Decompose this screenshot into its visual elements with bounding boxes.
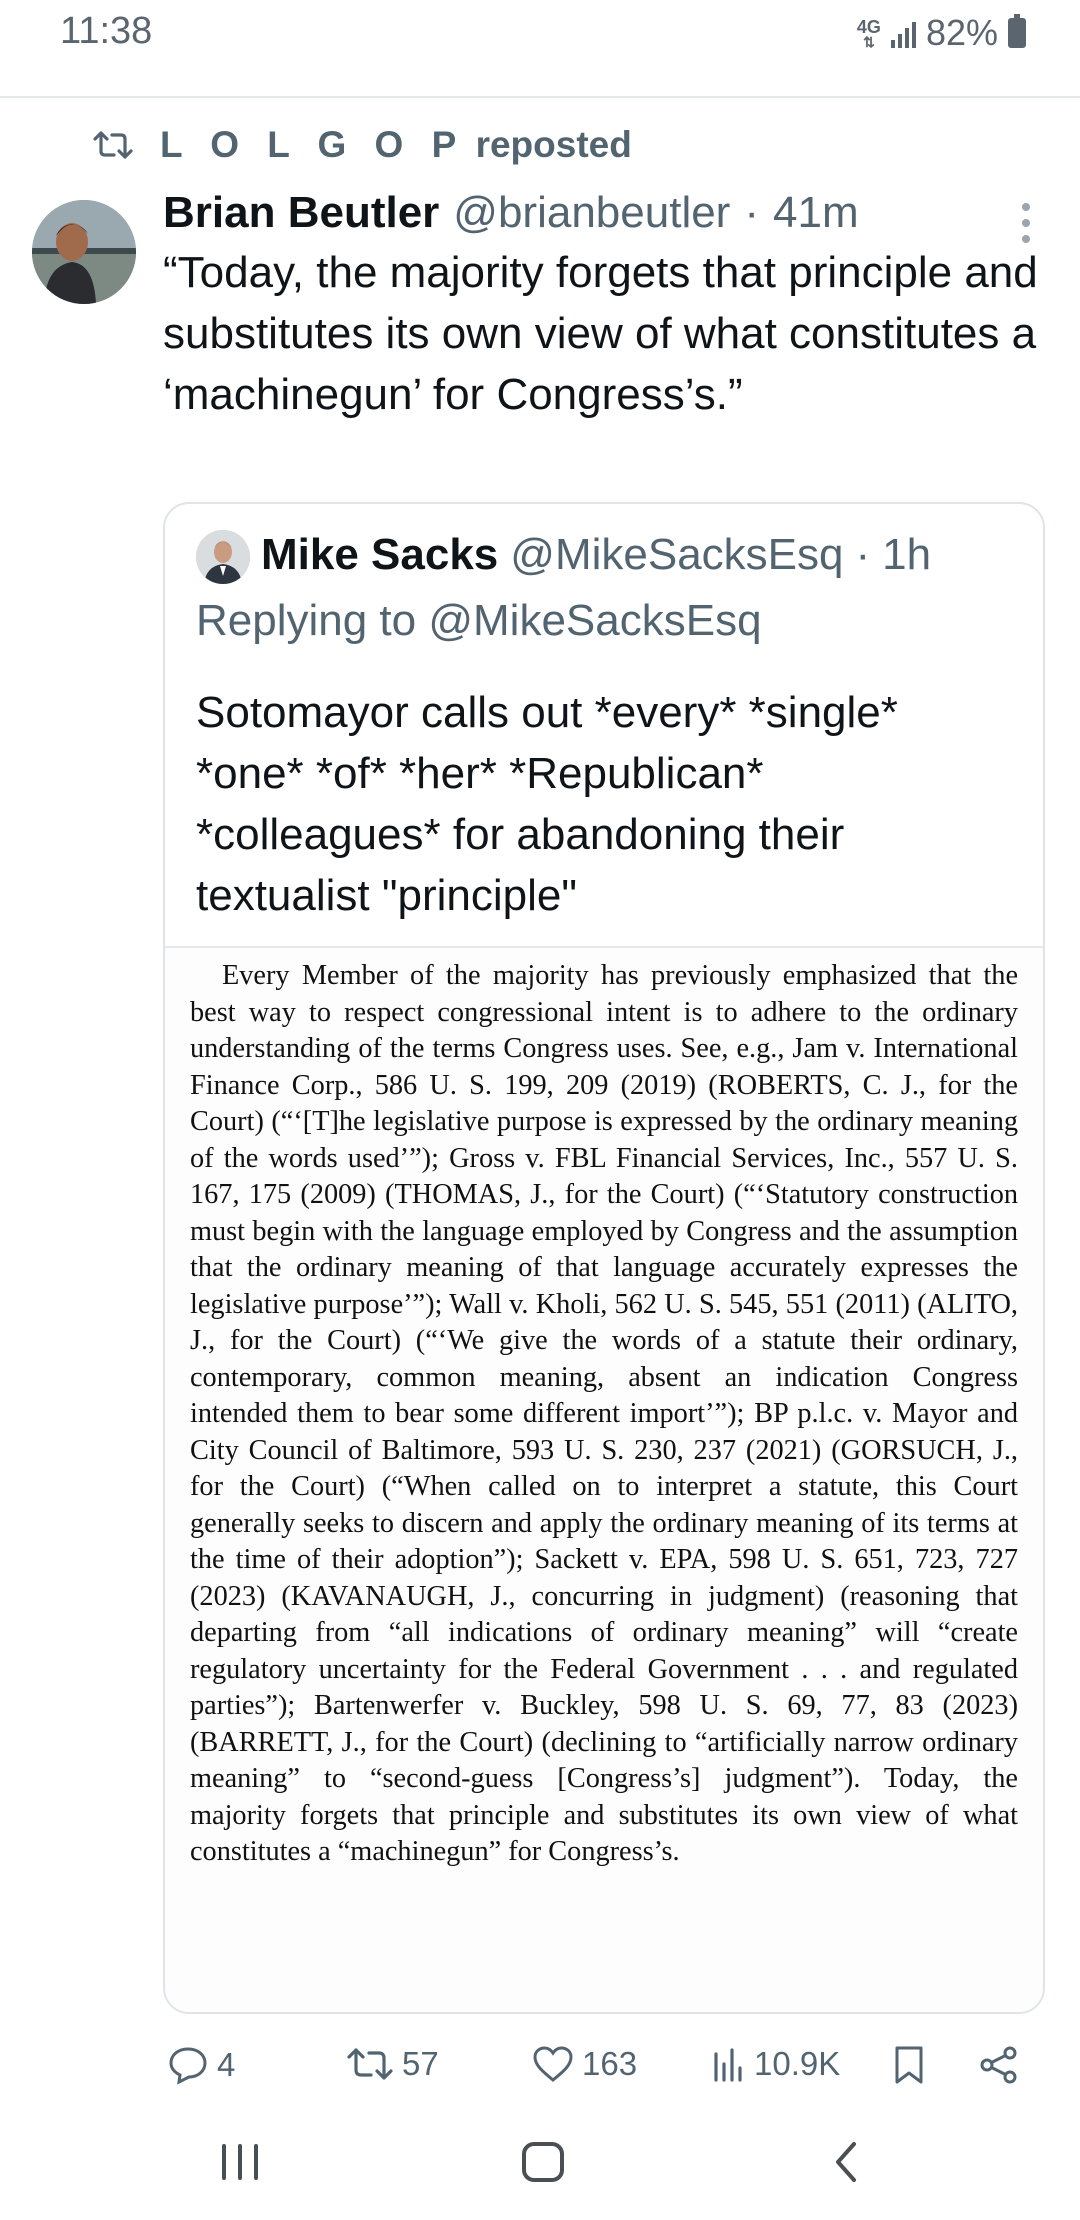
reply-button[interactable]: 4 [167,2045,235,2085]
repost-icon [347,2048,393,2080]
repost-label: L O L G O P reposted [160,124,632,166]
like-count: 163 [582,2045,638,2082]
network-indicator: 4G ⇅ [857,18,881,50]
share-icon [980,2046,1017,2084]
reposter-name: L O L G O P [160,124,466,165]
views-count: 10.9K [754,2045,841,2082]
bookmark-icon [895,2046,923,2084]
quote-time: 1h [882,530,932,579]
repost-button[interactable]: 57 [346,2045,439,2083]
avatar-photo [32,200,136,304]
home-icon [522,2142,564,2182]
back-icon [836,2142,856,2182]
status-bar: 11:38 4G ⇅ 82% [0,0,1080,64]
quote-author-name: Mike Sacks [261,530,499,579]
action-bar: 4 57 163 10.9K [0,2045,1080,2101]
repost-context[interactable]: L O L G O P reposted [92,124,632,166]
replying-to: Replying to @MikeSacksEsq [196,596,762,645]
back-button[interactable] [830,2140,862,2184]
separator-dot: · [744,188,759,237]
author-name[interactable]: Brian Beutler [163,188,439,238]
quote-image[interactable]: Every Member of the majority has previou… [165,946,1043,2012]
bookmark-button[interactable] [893,2045,925,2085]
document-text: Every Member of the majority has previou… [190,958,1018,1871]
status-icons: 4G ⇅ 82% [857,12,1026,54]
system-nav-bar [0,2120,1080,2220]
heart-icon [533,2046,573,2082]
quote-author-handle: @MikeSacksEsq [510,530,844,579]
quote-author-avatar [196,530,250,584]
header-divider [0,96,1080,98]
reply-icon [169,2047,207,2085]
signal-icon [890,18,916,48]
battery-icon [1008,14,1026,48]
recents-button[interactable] [218,2142,262,2182]
quote-header: Mike Sacks @MikeSacksEsq · 1h [261,530,931,580]
avatar-photo [196,530,250,584]
like-button[interactable]: 163 [532,2045,637,2083]
quoted-tweet[interactable]: Mike Sacks @MikeSacksEsq · 1h Replying t… [163,502,1045,2014]
tweet-header: Brian Beutler @brianbeutler · 41m [163,188,859,238]
repost-icon [93,131,133,159]
recents-icon [222,2144,258,2180]
quote-text: Sotomayor calls out *every* *single* *on… [196,688,898,920]
data-arrows-icon: ⇅ [863,34,875,50]
reply-count: 4 [217,2046,236,2083]
views-icon [714,2048,742,2082]
views-button[interactable]: 10.9K [712,2045,840,2083]
repost-suffix: reposted [475,124,632,165]
share-button[interactable] [979,2045,1019,2085]
author-avatar[interactable] [32,200,136,304]
separator-dot: · [855,530,871,579]
status-time: 11:38 [60,10,153,52]
home-button[interactable] [520,2140,566,2184]
more-icon[interactable] [1022,203,1032,243]
tweet-text: “Today, the majority forgets that princi… [163,248,1038,419]
document-paragraph: Every Member of the majority has previou… [190,960,1018,1867]
battery-level: 82% [925,12,998,53]
repost-count: 57 [402,2045,439,2082]
author-handle[interactable]: @brianbeutler [453,188,730,238]
tweet-time[interactable]: 41m [773,188,859,238]
